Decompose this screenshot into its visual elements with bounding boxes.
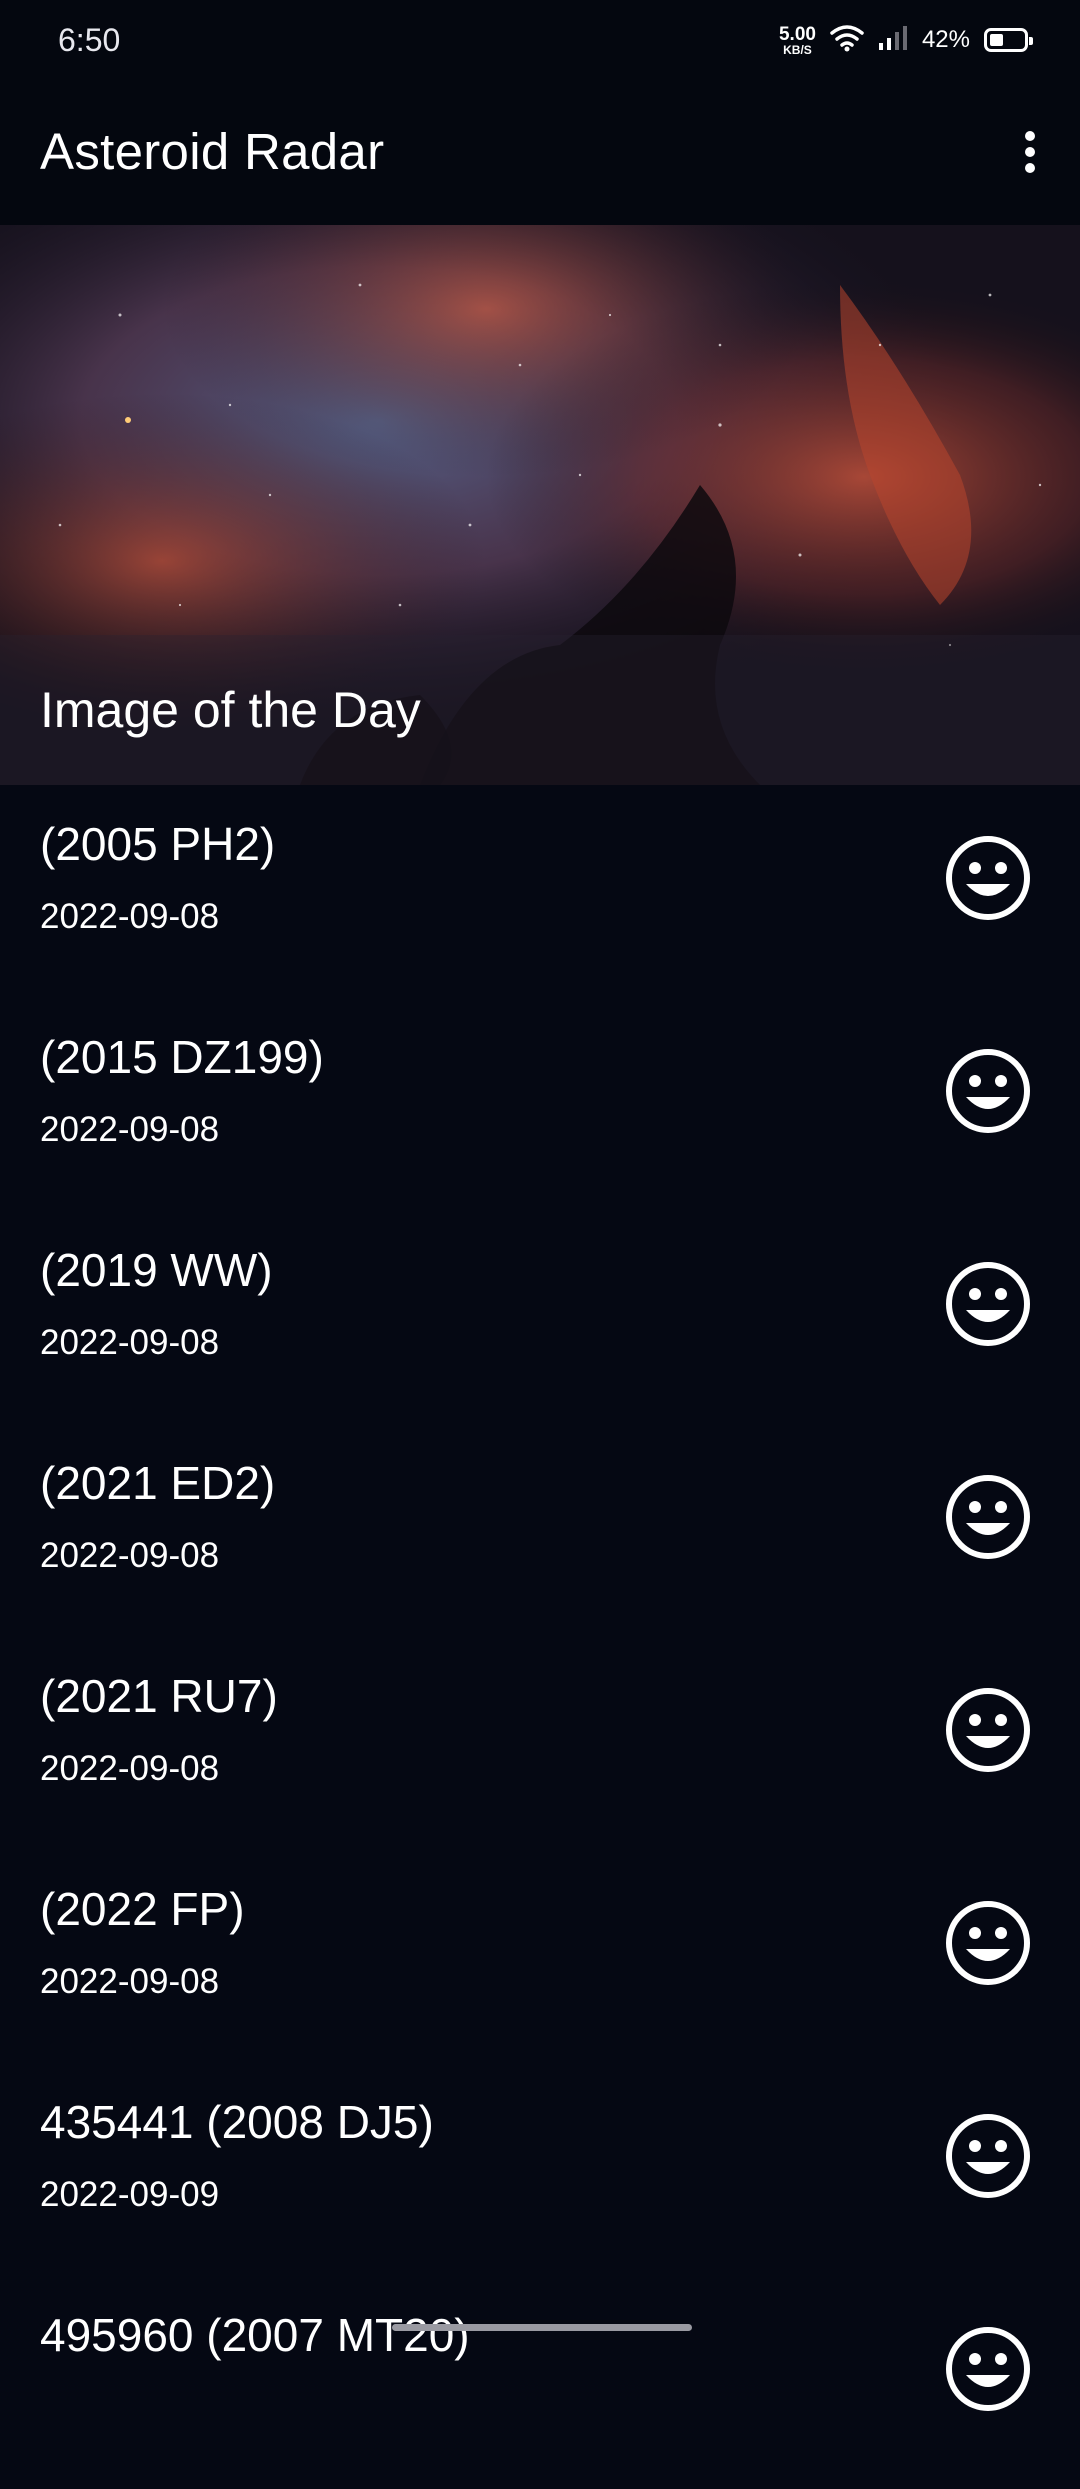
asteroid-name: (2019 WW) <box>40 1244 273 1296</box>
happy-face-icon <box>944 1686 1032 1774</box>
happy-face-icon <box>944 1473 1032 1561</box>
asteroid-date: 2022-09-08 <box>40 897 220 936</box>
network-speed-unit: KB/S <box>783 42 812 57</box>
cell-signal-icon <box>878 25 908 56</box>
asteroid-list-item[interactable]: (2022 FP) 2022-09-08 <box>0 1850 1080 2063</box>
happy-face-icon <box>944 2112 1032 2200</box>
network-speed: 5.00 KB/S <box>779 25 816 56</box>
happy-face-icon <box>944 1047 1032 1135</box>
asteroid-name: (2005 PH2) <box>40 818 276 870</box>
gesture-navigation-bar[interactable] <box>392 2324 692 2331</box>
happy-face-icon <box>944 1899 1032 1987</box>
asteroid-date: 2022-09-08 <box>40 1749 220 1788</box>
overflow-menu-button[interactable] <box>994 118 1066 190</box>
happy-face-icon <box>944 834 1032 922</box>
asteroid-name: (2022 FP) <box>40 1883 245 1935</box>
asteroid-name: (2021 RU7) <box>40 1670 278 1722</box>
asteroid-name: (2015 DZ199) <box>40 1031 324 1083</box>
asteroid-list-item[interactable]: (2021 RU7) 2022-09-08 <box>0 1637 1080 1850</box>
status-time: 6:50 <box>58 22 121 58</box>
happy-face-icon <box>944 1260 1032 1348</box>
battery-icon <box>984 28 1033 52</box>
image-of-the-day-title: Image of the Day <box>40 682 421 738</box>
status-icons: 5.00 KB/S 42% <box>779 18 1033 62</box>
asteroid-date: 2022-09-08 <box>40 1962 220 2001</box>
asteroid-list-item[interactable]: (2021 ED2) 2022-09-08 <box>0 1424 1080 1637</box>
asteroid-list-item[interactable]: 495960 (2007 MT20) <box>0 2276 1080 2489</box>
app-bar: Asteroid Radar <box>0 80 1080 225</box>
asteroid-name: (2021 ED2) <box>40 1457 276 1509</box>
battery-percent: 42% <box>921 26 970 53</box>
asteroid-list-item[interactable]: (2019 WW) 2022-09-08 <box>0 1211 1080 1424</box>
app-title: Asteroid Radar <box>40 123 385 180</box>
asteroid-list: (2005 PH2) 2022-09-08 (2015 DZ199) 2022-09-… <box>0 785 1080 2489</box>
asteroid-date: 2022-09-09 <box>40 2175 220 2214</box>
more-vert-icon <box>1024 130 1036 179</box>
network-speed-value: 5.00 <box>778 23 816 45</box>
asteroid-date: 2022-09-08 <box>40 1110 220 1149</box>
asteroid-list-item[interactable]: 435441 (2008 DJ5) 2022-09-09 <box>0 2063 1080 2276</box>
status-bar: 6:50 5.00 KB/S 42% <box>0 0 1080 80</box>
asteroid-list-item[interactable]: (2015 DZ199) 2022-09-08 <box>0 998 1080 1211</box>
asteroid-date: 2022-09-08 <box>40 1536 220 1575</box>
happy-face-icon <box>944 2325 1032 2413</box>
asteroid-date: 2022-09-08 <box>40 1323 220 1362</box>
asteroid-name: 495960 (2007 MT20) <box>40 2309 470 2361</box>
image-of-the-day[interactable]: Image of the Day <box>0 225 1080 785</box>
wifi-icon <box>830 24 864 57</box>
asteroid-name: 435441 (2008 DJ5) <box>40 2096 434 2148</box>
asteroid-list-item[interactable]: (2005 PH2) 2022-09-08 <box>0 785 1080 998</box>
